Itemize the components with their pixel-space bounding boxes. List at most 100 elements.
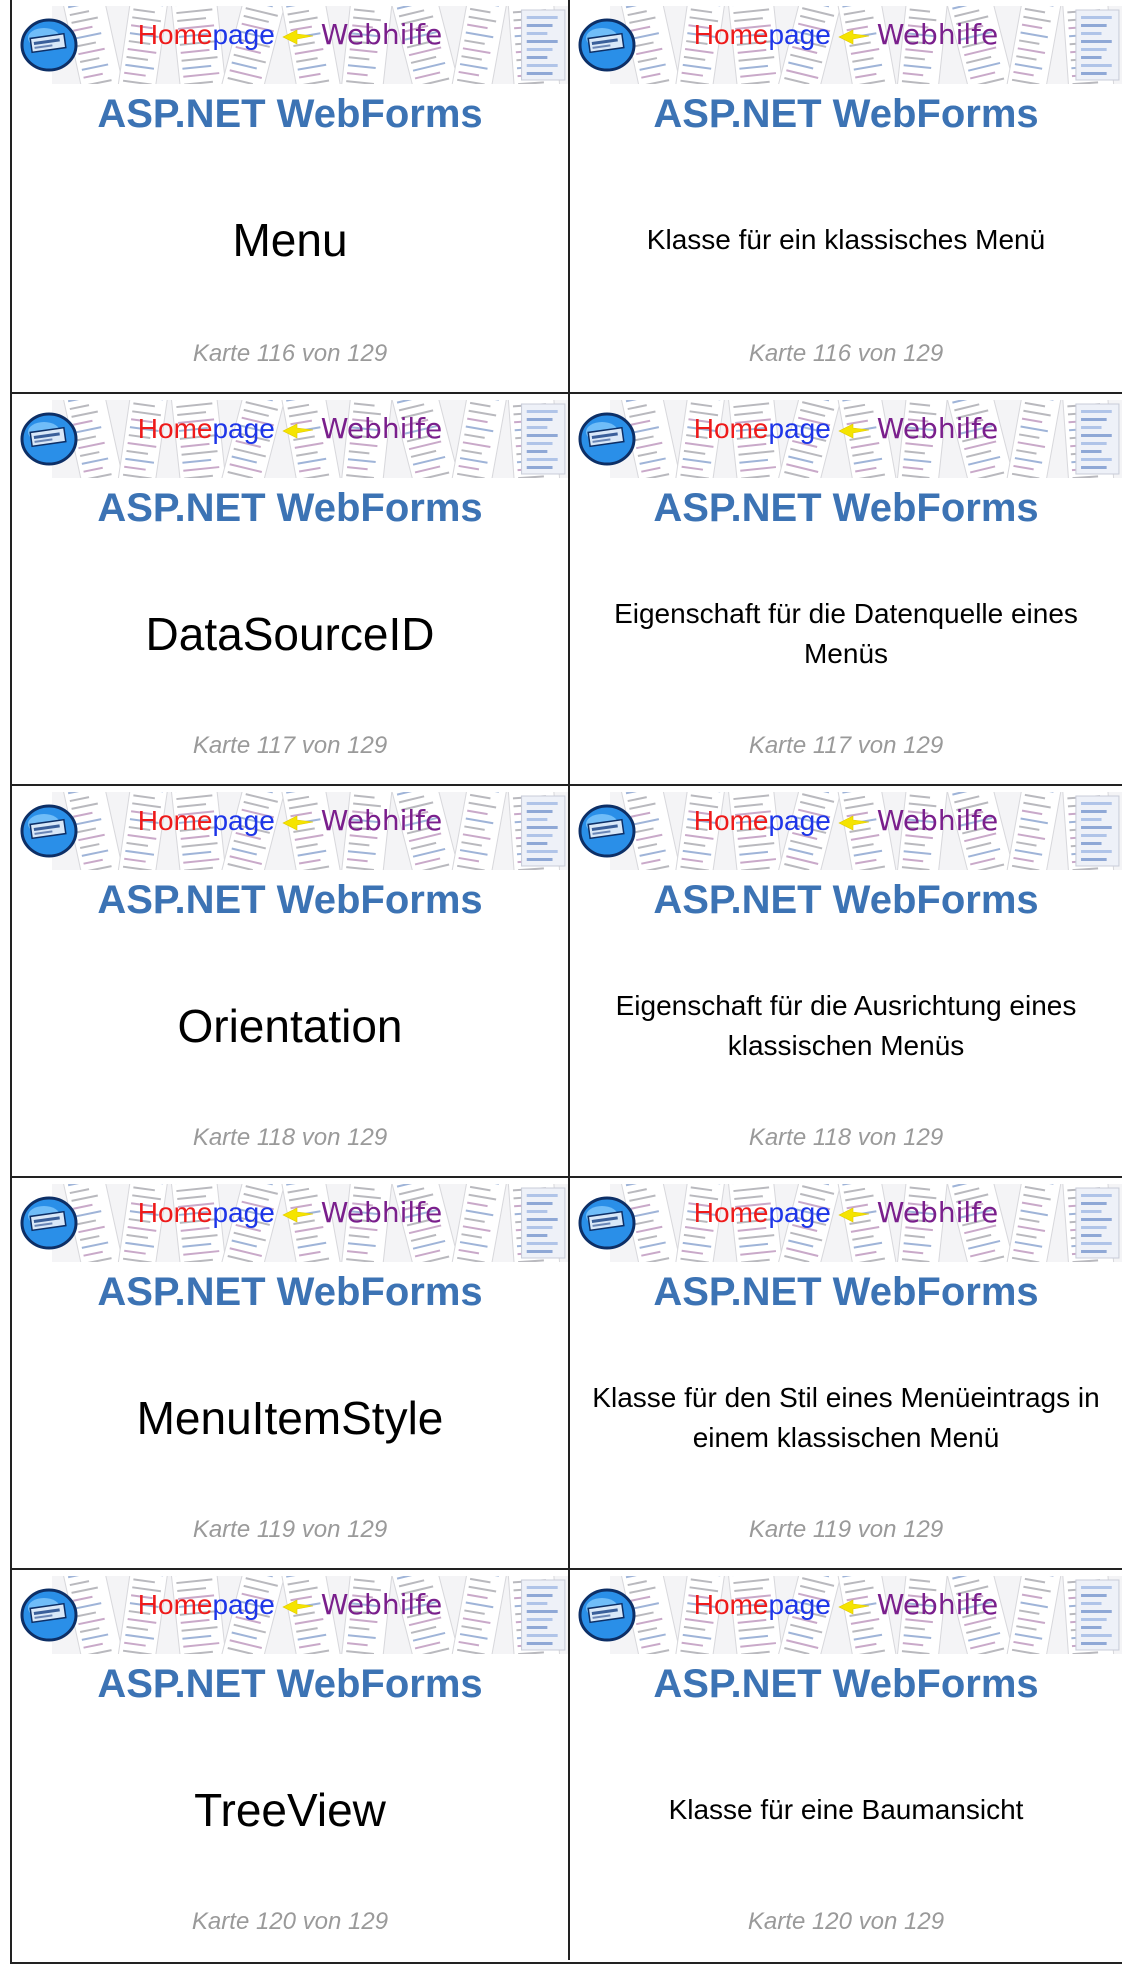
- arrow-icon: [831, 1197, 877, 1228]
- flashcard-sheet: Homepage Webhilfe ASP.NET WebForms Menu Kart…: [10, 0, 1122, 1964]
- card-counter: Karte 119 von 129: [748, 1516, 944, 1543]
- card-description: Eigenschaft für die Ausrichtung eines kl…: [615, 990, 1077, 1061]
- homepage-webhilfe-banner: Homepage Webhilfe: [570, 792, 1122, 870]
- flashcard-front: Homepage Webhilfe ASP.NET WebForms Menu Kart…: [12, 0, 570, 392]
- banner-title: Homepage Webhilfe: [12, 1588, 568, 1621]
- arrow-icon: [275, 1589, 321, 1620]
- banner-page-text: page: [212, 19, 275, 50]
- flashcard-front: Homepage Webhilfe ASP.NET WebForms DataSour…: [12, 392, 570, 784]
- arrow-icon: [275, 19, 321, 50]
- banner-webhilfe-text: Webhilfe: [876, 18, 999, 51]
- card-counter: Karte 120 von 129: [191, 1908, 389, 1935]
- banner-webhilfe-text: Webhilfe: [876, 1196, 999, 1229]
- card-counter: Karte 118 von 129: [748, 1124, 944, 1151]
- card-counter: Karte 118 von 129: [192, 1124, 388, 1151]
- card-heading: ASP.NET WebForms: [97, 878, 483, 922]
- banner-home-text: Home: [137, 413, 213, 444]
- card-heading: ASP.NET WebForms: [653, 878, 1039, 922]
- banner-home-text: Home: [693, 19, 769, 50]
- banner-home-text: Home: [693, 1589, 769, 1620]
- banner-webhilfe-text: Webhilfe: [320, 1196, 443, 1229]
- flashcard-front: Homepage Webhilfe ASP.NET WebForms Orientat…: [12, 784, 570, 1176]
- banner-home-text: Home: [137, 19, 213, 50]
- homepage-webhilfe-banner: Homepage Webhilfe: [12, 792, 568, 870]
- card-counter: Karte 117 von 129: [748, 732, 944, 759]
- card-description: Klasse für ein klassisches Menü: [646, 224, 1046, 255]
- banner-page-text: page: [212, 1589, 275, 1620]
- banner-page-text: page: [768, 1197, 831, 1228]
- banner-webhilfe-text: Webhilfe: [320, 804, 443, 837]
- arrow-icon: [831, 19, 877, 50]
- banner-home-text: Home: [693, 413, 769, 444]
- card-counter: Karte 119 von 129: [192, 1516, 388, 1543]
- flashcard-back: Homepage Webhilfe ASP.NET WebForms Klasse f…: [570, 1568, 1122, 1960]
- banner-webhilfe-text: Webhilfe: [320, 412, 443, 445]
- arrow-icon: [275, 413, 321, 444]
- banner-webhilfe-text: Webhilfe: [876, 412, 999, 445]
- arrow-icon: [275, 805, 321, 836]
- card-heading: ASP.NET WebForms: [97, 486, 483, 530]
- arrow-icon: [831, 1589, 877, 1620]
- banner-home-text: Home: [137, 805, 213, 836]
- card-heading: ASP.NET WebForms: [653, 1662, 1039, 1706]
- card-term: Menu: [232, 214, 348, 266]
- banner-title: Homepage Webhilfe: [570, 412, 1122, 445]
- card-description: Klasse für den Stil eines Menüeintrags i…: [592, 1382, 1100, 1453]
- banner-page-text: page: [768, 805, 831, 836]
- card-term: Orientation: [177, 1000, 403, 1052]
- card-counter: Karte 117 von 129: [192, 732, 388, 759]
- homepage-webhilfe-banner: Homepage Webhilfe: [570, 400, 1122, 478]
- card-heading: ASP.NET WebForms: [653, 1270, 1039, 1314]
- banner-home-text: Home: [137, 1589, 213, 1620]
- banner-title: Homepage Webhilfe: [12, 412, 568, 445]
- banner-title: Homepage Webhilfe: [570, 1588, 1122, 1621]
- flashcard-back: Homepage Webhilfe ASP.NET WebForms Eigensch…: [570, 784, 1122, 1176]
- banner-page-text: page: [212, 413, 275, 444]
- homepage-webhilfe-banner: Homepage Webhilfe: [12, 400, 568, 478]
- homepage-webhilfe-banner: Homepage Webhilfe: [12, 1576, 568, 1654]
- banner-webhilfe-text: Webhilfe: [320, 1588, 443, 1621]
- card-term: TreeView: [194, 1784, 386, 1836]
- flashcard-back: Homepage Webhilfe ASP.NET WebForms Klasse f…: [570, 0, 1122, 392]
- flashcard-back: Homepage Webhilfe ASP.NET WebForms Klasse f…: [570, 1176, 1122, 1568]
- card-counter: Karte 116 von 129: [748, 340, 944, 367]
- banner-page-text: page: [768, 19, 831, 50]
- homepage-webhilfe-banner: Homepage Webhilfe: [12, 1184, 568, 1262]
- banner-title: Homepage Webhilfe: [570, 1196, 1122, 1229]
- arrow-icon: [831, 413, 877, 444]
- card-counter: Karte 120 von 129: [747, 1908, 945, 1935]
- homepage-webhilfe-banner: Homepage Webhilfe: [570, 1184, 1122, 1262]
- card-description: Klasse für eine Baumansicht: [668, 1794, 1024, 1825]
- card-term: DataSourceID: [145, 608, 435, 660]
- banner-webhilfe-text: Webhilfe: [876, 1588, 999, 1621]
- card-heading: ASP.NET WebForms: [653, 486, 1039, 530]
- card-heading: ASP.NET WebForms: [97, 1270, 483, 1314]
- banner-page-text: page: [212, 1197, 275, 1228]
- banner-webhilfe-text: Webhilfe: [320, 18, 443, 51]
- card-term: MenuItemStyle: [136, 1392, 444, 1444]
- card-heading: ASP.NET WebForms: [97, 1662, 483, 1706]
- card-description: Eigenschaft für die Datenquelle eines Me…: [614, 598, 1078, 669]
- flashcard-front: Homepage Webhilfe ASP.NET WebForms TreeView…: [12, 1568, 570, 1960]
- banner-page-text: page: [768, 413, 831, 444]
- banner-title: Homepage Webhilfe: [12, 1196, 568, 1229]
- homepage-webhilfe-banner: Homepage Webhilfe: [570, 6, 1122, 84]
- banner-page-text: page: [768, 1589, 831, 1620]
- card-counter: Karte 116 von 129: [192, 340, 388, 367]
- card-heading: ASP.NET WebForms: [97, 92, 483, 136]
- arrow-icon: [831, 805, 877, 836]
- banner-title: Homepage Webhilfe: [570, 804, 1122, 837]
- homepage-webhilfe-banner: Homepage Webhilfe: [570, 1576, 1122, 1654]
- arrow-icon: [275, 1197, 321, 1228]
- flashcard-back: Homepage Webhilfe ASP.NET WebForms Eigensch…: [570, 392, 1122, 784]
- banner-title: Homepage Webhilfe: [12, 804, 568, 837]
- banner-home-text: Home: [693, 805, 769, 836]
- banner-webhilfe-text: Webhilfe: [876, 804, 999, 837]
- card-heading: ASP.NET WebForms: [653, 92, 1039, 136]
- banner-home-text: Home: [693, 1197, 769, 1228]
- flashcard-front: Homepage Webhilfe ASP.NET WebForms MenuItem…: [12, 1176, 570, 1568]
- banner-title: Homepage Webhilfe: [570, 18, 1122, 51]
- banner-title: Homepage Webhilfe: [12, 18, 568, 51]
- banner-page-text: page: [212, 805, 275, 836]
- banner-home-text: Home: [137, 1197, 213, 1228]
